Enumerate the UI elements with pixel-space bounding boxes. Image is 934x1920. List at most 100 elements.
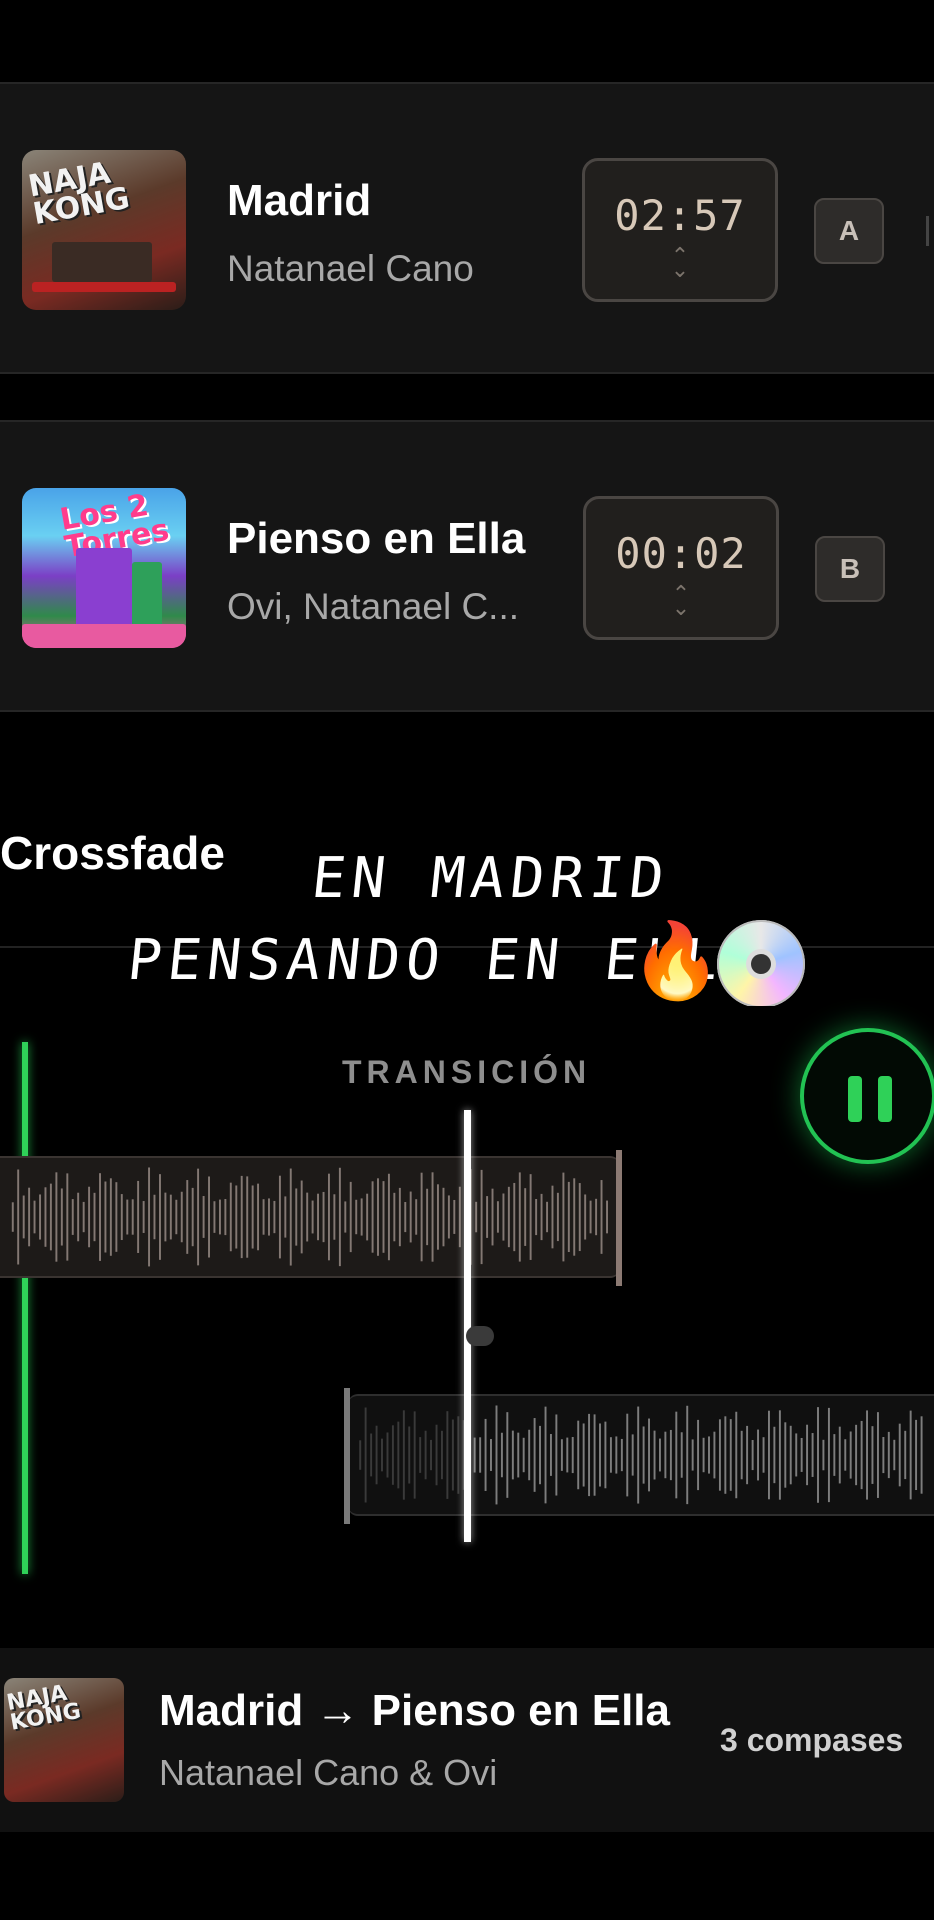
- waveform-bar: [518, 1172, 521, 1262]
- waveform-bar: [529, 1174, 532, 1260]
- crossfade-timeline[interactable]: TRANSICIÓN: [0, 1006, 934, 1602]
- drag-handle-icon[interactable]: [926, 216, 934, 246]
- waveform-bar: [778, 1410, 781, 1500]
- cover-b-ground: [22, 624, 186, 648]
- waveform-bar: [555, 1414, 558, 1496]
- waveform-bar: [713, 1431, 716, 1479]
- waveform-bar: [877, 1412, 879, 1498]
- cover-a-stripe: [32, 282, 176, 292]
- waveform-bar: [393, 1192, 396, 1242]
- waveform-bar: [164, 1192, 167, 1242]
- waveform-bar: [453, 1199, 456, 1234]
- waveform-bar: [349, 1181, 352, 1253]
- waveform-bar: [475, 1201, 478, 1233]
- waveform-bar: [533, 1418, 536, 1492]
- waveform-bar: [175, 1199, 178, 1235]
- waveform-bar: [751, 1440, 754, 1471]
- waveform-bar: [436, 1184, 439, 1250]
- waveform-bar: [806, 1424, 809, 1486]
- waveform-bar: [589, 1200, 592, 1234]
- waveform-bar: [360, 1198, 363, 1236]
- transition-length: 3 compases: [720, 1722, 904, 1758]
- waveform-b-start-handle[interactable]: [344, 1388, 350, 1524]
- waveform-bar: [104, 1181, 107, 1253]
- waveform-bar: [500, 1432, 503, 1478]
- waveform-bar: [593, 1414, 596, 1496]
- waveform-bar: [871, 1426, 874, 1484]
- waveform-bar: [257, 1183, 260, 1251]
- waveform-bar: [153, 1194, 156, 1240]
- stepper-chevrons-icon[interactable]: ⌃ ⌄: [585, 245, 775, 281]
- waveform-bar: [322, 1191, 325, 1243]
- waveform-bar: [915, 1419, 918, 1491]
- waveform-bar: [77, 1192, 80, 1242]
- waveform-bar: [595, 1198, 598, 1236]
- waveform-bar: [522, 1437, 525, 1473]
- pause-button[interactable]: [800, 1028, 934, 1164]
- waveform-bar: [99, 1173, 101, 1261]
- waveform-bar: [517, 1432, 520, 1478]
- pause-icon: [848, 1076, 862, 1122]
- waveform-bar: [126, 1199, 129, 1235]
- waveform-bar: [860, 1420, 863, 1490]
- waveform-bar: [637, 1406, 640, 1504]
- waveform-bar: [71, 1199, 74, 1235]
- start-marker[interactable]: [22, 1042, 28, 1574]
- waveform-bar: [60, 1188, 63, 1246]
- track-card-a[interactable]: NAJA KONG Madrid Natanael Cano 02:57 ⌃ ⌄ …: [0, 82, 934, 374]
- track-card-b[interactable]: Los 2 Torres Pienso en Ella Ovi, Natanae…: [0, 420, 934, 712]
- now-playing-bar[interactable]: NAJA KONG Madrid → Pienso en Ella Natana…: [0, 1648, 934, 1832]
- waveform-bar: [479, 1437, 482, 1473]
- waveform-bar: [582, 1423, 585, 1487]
- waveform-bar: [909, 1410, 912, 1500]
- track-artist-b: Ovi, Natanael C...: [227, 586, 520, 627]
- waveform-bar: [109, 1178, 112, 1256]
- waveform-bar: [131, 1199, 134, 1235]
- waveform-track-a[interactable]: [0, 1156, 620, 1278]
- waveform-bar: [142, 1201, 145, 1233]
- waveform-bar: [562, 1172, 565, 1262]
- waveform-bar: [375, 1425, 378, 1485]
- waveform-bar: [571, 1437, 574, 1474]
- waveform-a-end-handle[interactable]: [616, 1150, 622, 1286]
- transition-playhead[interactable]: [464, 1110, 471, 1542]
- waveform-track-b[interactable]: [348, 1394, 934, 1516]
- now-playing-cover: NAJA KONG: [4, 1678, 124, 1802]
- waveform-bar: [159, 1174, 161, 1260]
- track-title-a: Madrid: [227, 176, 372, 225]
- waveform-bar: [524, 1188, 527, 1246]
- waveform-bar: [208, 1176, 210, 1258]
- waveform-bar: [584, 1194, 587, 1240]
- cue-time-stepper-b[interactable]: 00:02 ⌃ ⌄: [583, 496, 779, 640]
- overlay-caption-line1: EN MADRID: [308, 846, 673, 911]
- waveform-bar: [397, 1421, 400, 1489]
- waveform-bar: [893, 1439, 896, 1471]
- waveform-bar: [642, 1426, 645, 1484]
- waveform-bar: [408, 1426, 411, 1484]
- playhead-knob[interactable]: [466, 1326, 494, 1346]
- waveform-bar: [440, 1430, 443, 1480]
- waveform-bar: [387, 1173, 390, 1261]
- cue-time-a: 02:57: [614, 191, 746, 240]
- waveform-bar: [371, 1181, 374, 1253]
- waveform-bar: [664, 1431, 667, 1479]
- now-playing-artist: Natanael Cano & Ovi: [159, 1752, 498, 1793]
- waveform-bar: [22, 1195, 25, 1239]
- waveform-bar: [33, 1200, 36, 1234]
- waveform-bar: [740, 1430, 743, 1480]
- waveform-bar: [338, 1167, 341, 1267]
- waveform-bar: [546, 1201, 549, 1233]
- waveform-bar: [413, 1411, 416, 1499]
- waveform-bar: [420, 1172, 423, 1262]
- waveform-bar: [729, 1419, 732, 1491]
- cue-time-stepper-a[interactable]: 02:57 ⌃ ⌄: [582, 158, 778, 302]
- waveform-bar: [920, 1416, 923, 1494]
- waveform-bar: [180, 1191, 183, 1243]
- waveform-bar: [697, 1419, 700, 1491]
- waveform-bar: [55, 1172, 58, 1262]
- waveform-bar: [262, 1199, 265, 1235]
- disc-icon: [717, 920, 805, 1008]
- stepper-chevrons-icon[interactable]: ⌃ ⌄: [586, 583, 776, 619]
- waveform-bar: [658, 1438, 661, 1472]
- waveform-bar: [137, 1180, 140, 1253]
